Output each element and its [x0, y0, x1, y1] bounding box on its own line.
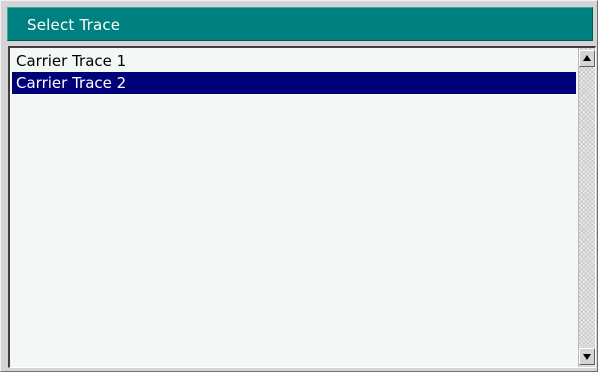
trace-listbox[interactable]: Carrier Trace 1 Carrier Trace 2 — [8, 46, 596, 368]
trace-list: Carrier Trace 1 Carrier Trace 2 — [10, 48, 578, 367]
list-item-carrier-trace-1[interactable]: Carrier Trace 1 — [12, 50, 576, 72]
scroll-up-button[interactable] — [579, 50, 595, 67]
select-trace-dialog: Select Trace Carrier Trace 1 Carrier Tra… — [0, 0, 598, 372]
scroll-down-button[interactable] — [579, 348, 595, 365]
arrow-up-icon — [583, 55, 591, 61]
arrow-down-icon — [583, 354, 591, 360]
dialog-title: Select Trace — [27, 16, 121, 34]
dialog-titlebar: Select Trace — [7, 7, 593, 41]
vertical-scrollbar[interactable] — [578, 48, 595, 367]
list-item-carrier-trace-2[interactable]: Carrier Trace 2 — [12, 72, 576, 94]
